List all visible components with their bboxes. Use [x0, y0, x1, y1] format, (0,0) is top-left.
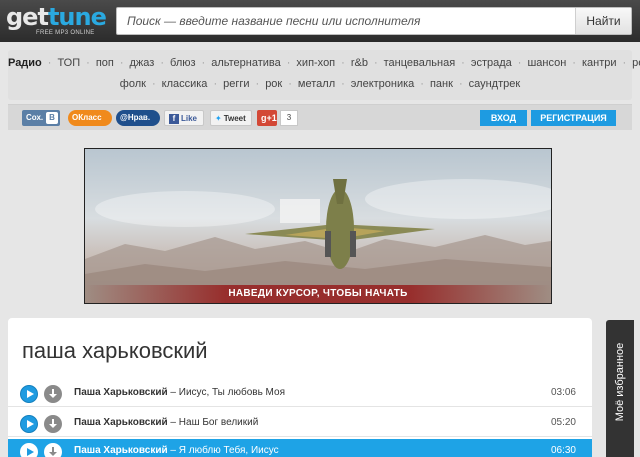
genre-link[interactable]: электроника — [351, 78, 415, 90]
vk-icon: В — [46, 112, 58, 124]
header: gettune FREE MP3 ONLINE Найти — [0, 0, 640, 42]
page-title: паша харьковский — [22, 338, 208, 363]
genre-link[interactable]: рок — [265, 78, 282, 90]
genre-separator: · — [160, 57, 165, 69]
genre-link[interactable]: классика — [162, 78, 208, 90]
track-title: Паша Харьковский – Иисус, Ты любовь Моя — [74, 387, 285, 398]
genre-separator: · — [201, 57, 206, 69]
genre-link[interactable]: поп — [96, 57, 114, 69]
search-button[interactable]: Найти — [575, 8, 631, 34]
google-plus-button[interactable]: g+1 — [257, 110, 277, 126]
track-title: Паша Харьковский – Наш Бог великий — [74, 417, 259, 428]
genre-link[interactable]: блюз — [170, 57, 196, 69]
genre-link[interactable]: панк — [430, 78, 453, 90]
search-box: Найти — [116, 7, 632, 35]
genre-separator: · — [373, 57, 378, 69]
track-row[interactable]: Паша Харьковский – Иисус, Ты любовь Моя … — [8, 381, 592, 407]
google-plus-count: 3 — [280, 110, 298, 126]
track-duration: 03:06 — [550, 387, 576, 398]
genre-separator: · — [420, 78, 424, 90]
download-icon[interactable] — [44, 443, 62, 457]
genre-separator: · — [213, 78, 218, 90]
mail-share-button[interactable]: @Нрав. — [116, 110, 160, 126]
facebook-like-button[interactable]: f Like — [164, 110, 204, 126]
at-icon: @ — [120, 113, 128, 122]
genre-separator: · — [458, 78, 463, 90]
genre-link[interactable]: металл — [298, 78, 335, 90]
genre-link[interactable]: фолк — [120, 78, 146, 90]
favorites-tab[interactable]: Моё избранное — [606, 320, 634, 457]
social-bar: Сох. В ОКласс @Нрав. f Like ✦ Tweet g+1 3 В… — [8, 104, 632, 130]
favorites-label: Моё избранное — [614, 342, 626, 422]
genre-link[interactable]: Радио — [8, 57, 42, 69]
track-title: Паша Харьковский – Я люблю Тебя, Иисус — [74, 445, 279, 456]
logo[interactable]: gettune FREE MP3 ONLINE — [6, 3, 107, 37]
track-duration: 06:30 — [550, 445, 576, 456]
play-icon[interactable] — [20, 385, 38, 403]
genre-nav: Радио · ТОП · поп · джаз · блюз · альтернатива · хип… — [8, 50, 640, 100]
genre-separator: · — [341, 78, 345, 90]
genre-separator: · — [341, 57, 345, 69]
genre-separator: · — [86, 57, 90, 69]
register-button[interactable]: РЕГИСТРАЦИЯ — [531, 110, 616, 126]
genre-link[interactable]: релакс — [632, 57, 640, 69]
genre-link[interactable]: танцевальная — [384, 57, 456, 69]
genre-separator: · — [517, 57, 522, 69]
genre-separator: · — [286, 57, 291, 69]
genre-separator: · — [47, 57, 52, 69]
genre-link[interactable]: кантри — [582, 57, 617, 69]
vk-share-button[interactable]: Сох. В — [22, 110, 60, 126]
ok-share-button[interactable]: ОКласс — [68, 110, 112, 126]
genre-link[interactable]: регги — [223, 78, 249, 90]
genre-row-1: Радио · ТОП · поп · джаз · блюз · альтернатива · хип… — [8, 57, 640, 69]
login-button[interactable]: ВХОД — [480, 110, 527, 126]
track-duration: 05:20 — [550, 417, 576, 428]
genre-link[interactable]: альтернатива — [211, 57, 281, 69]
download-icon[interactable] — [44, 385, 62, 403]
play-icon[interactable] — [20, 443, 38, 457]
genre-link[interactable]: саундтрек — [469, 78, 521, 90]
ad-banner[interactable]: НАВЕДИ КУРСОР, ЧТОБЫ НАЧАТЬ — [84, 148, 552, 304]
banner-cta-text: НАВЕДИ КУРСОР, ЧТОБЫ НАЧАТЬ — [85, 285, 551, 303]
play-icon[interactable] — [20, 415, 38, 433]
genre-separator: · — [461, 57, 465, 69]
genre-row-2: фолк · классика · регги · рок · металл · электрони… — [8, 78, 632, 90]
genre-separator: · — [572, 57, 576, 69]
search-input[interactable] — [117, 8, 575, 34]
tweet-button[interactable]: ✦ Tweet — [210, 110, 252, 126]
genre-separator: · — [119, 57, 124, 69]
genre-link[interactable]: шансон — [527, 57, 566, 69]
genre-link[interactable]: джаз — [130, 57, 155, 69]
twitter-icon: ✦ — [215, 114, 222, 123]
main-content: паша харьковский Паша Харьковский – Иису… — [8, 318, 592, 457]
genre-link[interactable]: ТОП — [57, 57, 80, 69]
banner-image — [85, 179, 551, 303]
download-icon[interactable] — [44, 415, 62, 433]
genre-link[interactable]: хип-хоп — [296, 57, 335, 69]
facebook-icon: f — [169, 113, 179, 124]
track-row[interactable]: Паша Харьковский – Наш Бог великий 05:20 — [8, 411, 592, 437]
genre-separator: · — [622, 57, 627, 69]
logo-text: gettune — [6, 3, 107, 31]
genre-separator: · — [151, 78, 156, 90]
logo-subtitle: FREE MP3 ONLINE — [36, 30, 95, 36]
genre-link[interactable]: эстрада — [471, 57, 512, 69]
genre-separator: · — [255, 78, 260, 90]
track-row-active[interactable]: Паша Харьковский – Я люблю Тебя, Иисус 0… — [8, 439, 592, 457]
genre-link[interactable]: r&b — [351, 57, 368, 69]
genre-separator: · — [288, 78, 292, 90]
